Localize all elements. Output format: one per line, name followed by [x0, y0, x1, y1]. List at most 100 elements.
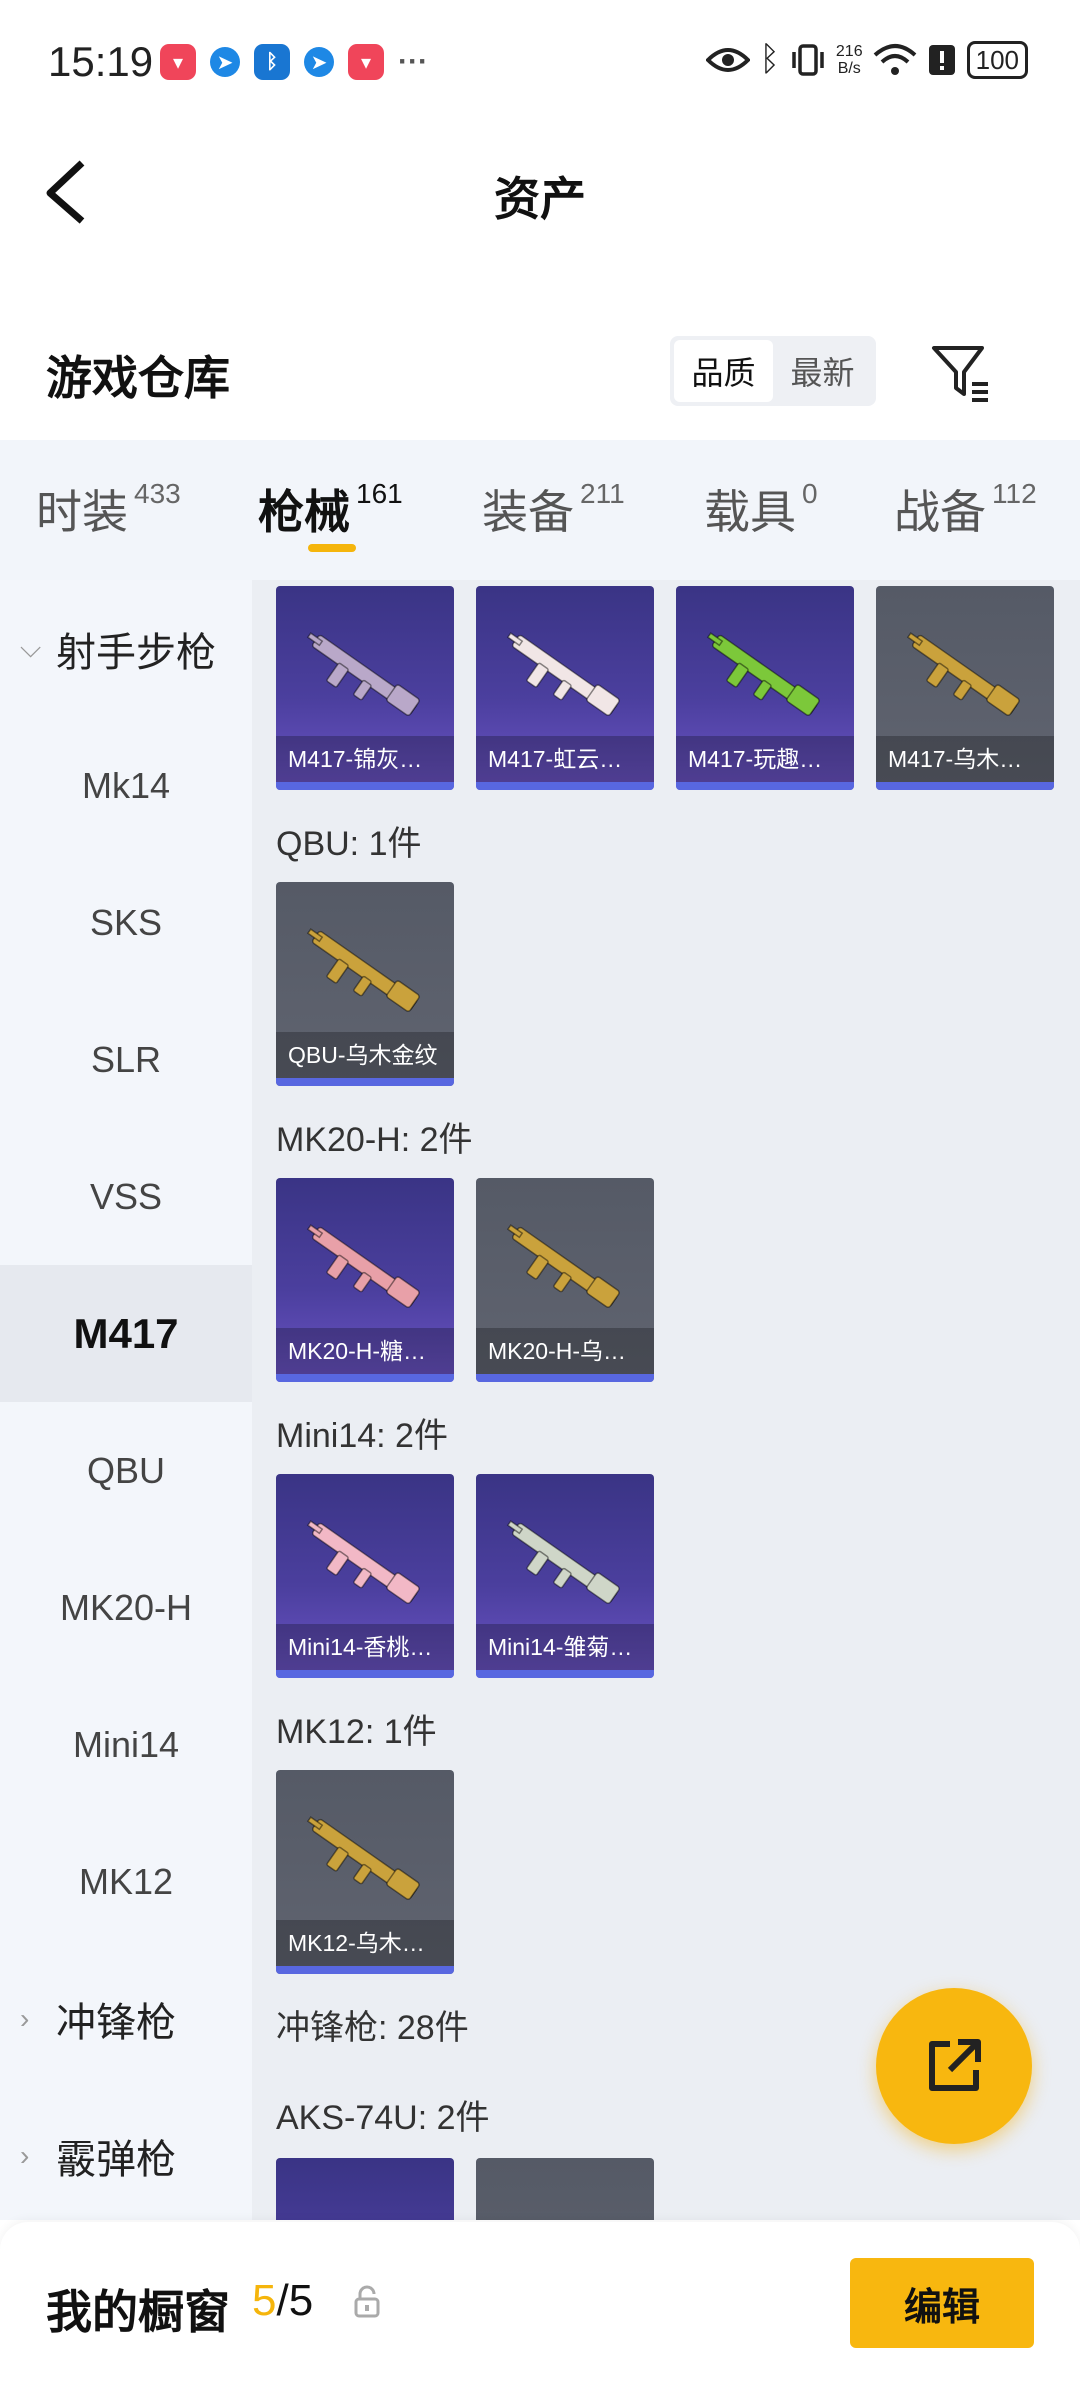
gun-skin-icon	[306, 1816, 420, 1900]
skin-name: M417-乌木…	[876, 736, 1054, 782]
tab-guns[interactable]: 枪械 161	[258, 476, 403, 542]
rarity-bar	[276, 1374, 454, 1382]
shopping-app-icon: ▾	[160, 44, 196, 80]
warehouse-title: 游戏仓库	[46, 352, 230, 404]
skin-card[interactable]: QBU-乌木金纹	[276, 882, 454, 1086]
tab-equipment[interactable]: 装备 211	[482, 476, 625, 542]
sidebar-item-m417[interactable]: M417	[0, 1265, 252, 1402]
status-bar: 15:19 ▾ ➤ ᛒ ➤ ▾ ··· ᛒ 216 B/s 100	[0, 0, 1080, 125]
battery-indicator: 100	[966, 40, 1028, 79]
chevron-right-icon: ›	[20, 2139, 30, 2171]
skin-card[interactable]: M417-玩趣…	[676, 586, 854, 790]
shopping-app-icon: ▾	[348, 44, 384, 80]
tab-vehicles[interactable]: 载具 0	[704, 476, 818, 542]
group-title-mk20h: MK20-H: 2件	[276, 1121, 473, 1159]
rarity-bar	[276, 1670, 454, 1678]
category-tabs: 时装 433 枪械 161 装备 211 载具 0 战备 112	[0, 440, 1080, 580]
more-notifications-icon: ···	[398, 45, 428, 78]
sidebar-item-slr[interactable]: SLR	[0, 991, 252, 1128]
gun-skin-icon	[506, 632, 620, 716]
gun-skin-icon	[706, 632, 820, 716]
notification-icons: ▾ ➤ ᛒ ➤ ▾ ···	[160, 44, 428, 80]
alert-icon	[928, 44, 955, 75]
warehouse-header: 游戏仓库 品质 最新	[0, 300, 1080, 440]
sidebar-item-mk20h[interactable]: MK20-H	[0, 1539, 252, 1676]
skin-card[interactable]: Mini14-香桃…	[276, 1474, 454, 1678]
sidebar-item-mini14[interactable]: Mini14	[0, 1676, 252, 1813]
filter-icon[interactable]	[928, 340, 992, 404]
skin-name: M417-锦灰…	[276, 736, 454, 782]
sidebar-group-shotgun[interactable]: › 霰弹枪	[0, 2087, 252, 2224]
gun-skin-icon	[906, 632, 1020, 716]
skin-name: Mini14-雏菊…	[476, 1624, 654, 1670]
chevron-right-icon: ›	[20, 2002, 30, 2034]
skin-name: Mini14-香桃…	[276, 1624, 454, 1670]
system-icons: ᛒ 216 B/s 100	[705, 40, 1028, 79]
showcase-count: 5/5	[252, 2276, 314, 2325]
rarity-bar	[876, 782, 1054, 790]
lock-icon	[354, 2285, 380, 2318]
telegram-icon: ➤	[210, 47, 240, 77]
gun-skin-icon	[506, 1224, 620, 1308]
skin-card[interactable]: M417-虹云…	[476, 586, 654, 790]
group-title-smg: 冲锋枪: 28件	[276, 2009, 469, 2047]
rarity-bar	[476, 1374, 654, 1382]
sort-quality-option[interactable]: 品质	[674, 340, 773, 402]
skin-name: QBU-乌木金纹	[276, 1032, 454, 1078]
sidebar-item-qbu[interactable]: QBU	[0, 1402, 252, 1539]
skin-card-partial[interactable]	[276, 2158, 454, 2220]
skin-card[interactable]: MK20-H-乌…	[476, 1178, 654, 1382]
skin-name: M417-玩趣…	[676, 736, 854, 782]
sort-toggle: 品质 最新	[670, 336, 876, 406]
skin-card-partial[interactable]	[476, 2158, 654, 2220]
skin-name: MK20-H-糖…	[276, 1328, 454, 1374]
sidebar-item-vss[interactable]: VSS	[0, 1128, 252, 1265]
group-title-qbu: QBU: 1件	[276, 825, 422, 863]
network-speed: 216 B/s	[835, 42, 863, 77]
rarity-bar	[476, 782, 654, 790]
skin-card[interactable]: MK12-乌木…	[276, 1770, 454, 1974]
vibrate-icon	[792, 43, 824, 76]
rarity-bar	[476, 1670, 654, 1678]
sidebar-group-smg[interactable]: › 冲锋枪	[0, 1950, 252, 2087]
gun-skin-icon	[306, 1520, 420, 1604]
group-title-mini14: Mini14: 2件	[276, 1417, 448, 1455]
rarity-bar	[676, 782, 854, 790]
active-tab-indicator	[308, 544, 356, 552]
status-time: 15:19	[48, 38, 154, 85]
bluetooth-icon: ᛒ	[759, 40, 780, 78]
rarity-bar	[276, 782, 454, 790]
external-link-icon	[929, 2039, 981, 2091]
bluetooth-notif-icon: ᛒ	[254, 44, 290, 80]
rarity-bar	[276, 1078, 454, 1086]
skin-card[interactable]: M417-乌木…	[876, 586, 1054, 790]
skin-name: MK12-乌木…	[276, 1920, 454, 1966]
page-title: 资产	[494, 173, 586, 225]
showcase-title: 我的橱窗	[46, 2286, 230, 2338]
title-bar: 资产	[0, 125, 1080, 255]
skin-card[interactable]: MK20-H-糖…	[276, 1178, 454, 1382]
skin-name: M417-虹云…	[476, 736, 654, 782]
skin-card[interactable]: Mini14-雏菊…	[476, 1474, 654, 1678]
share-button[interactable]	[876, 1988, 1032, 2144]
gun-skin-icon	[306, 1224, 420, 1308]
wifi-icon	[873, 43, 916, 75]
rarity-bar	[276, 1966, 454, 1974]
sidebar-item-sks[interactable]: SKS	[0, 854, 252, 991]
edit-button[interactable]: 编辑	[850, 2258, 1034, 2348]
tab-fashion[interactable]: 时装 433	[36, 476, 181, 542]
eye-icon	[705, 47, 750, 72]
group-title-mk12: MK12: 1件	[276, 1713, 437, 1751]
weapon-sidebar: ⌵ 射手步枪 Mk14 SKS SLR VSS M417 QBU MK20-H …	[0, 580, 252, 2220]
sidebar-item-mk14[interactable]: Mk14	[0, 717, 252, 854]
group-title-aks74u: AKS-74U: 2件	[276, 2099, 490, 2137]
gun-skin-icon	[506, 1520, 620, 1604]
skin-name: MK20-H-乌…	[476, 1328, 654, 1374]
tab-supplies[interactable]: 战备 112	[894, 476, 1037, 542]
sidebar-item-mk12[interactable]: MK12	[0, 1813, 252, 1950]
sidebar-group-dmr[interactable]: ⌵ 射手步枪	[0, 580, 252, 717]
telegram-icon: ➤	[304, 47, 334, 77]
sort-newest-option[interactable]: 最新	[773, 340, 872, 402]
skin-card[interactable]: M417-锦灰…	[276, 586, 454, 790]
weapon-grid: M417-锦灰… M417-虹云… M417-玩趣… M417-乌木… QBU:…	[252, 580, 1080, 2220]
